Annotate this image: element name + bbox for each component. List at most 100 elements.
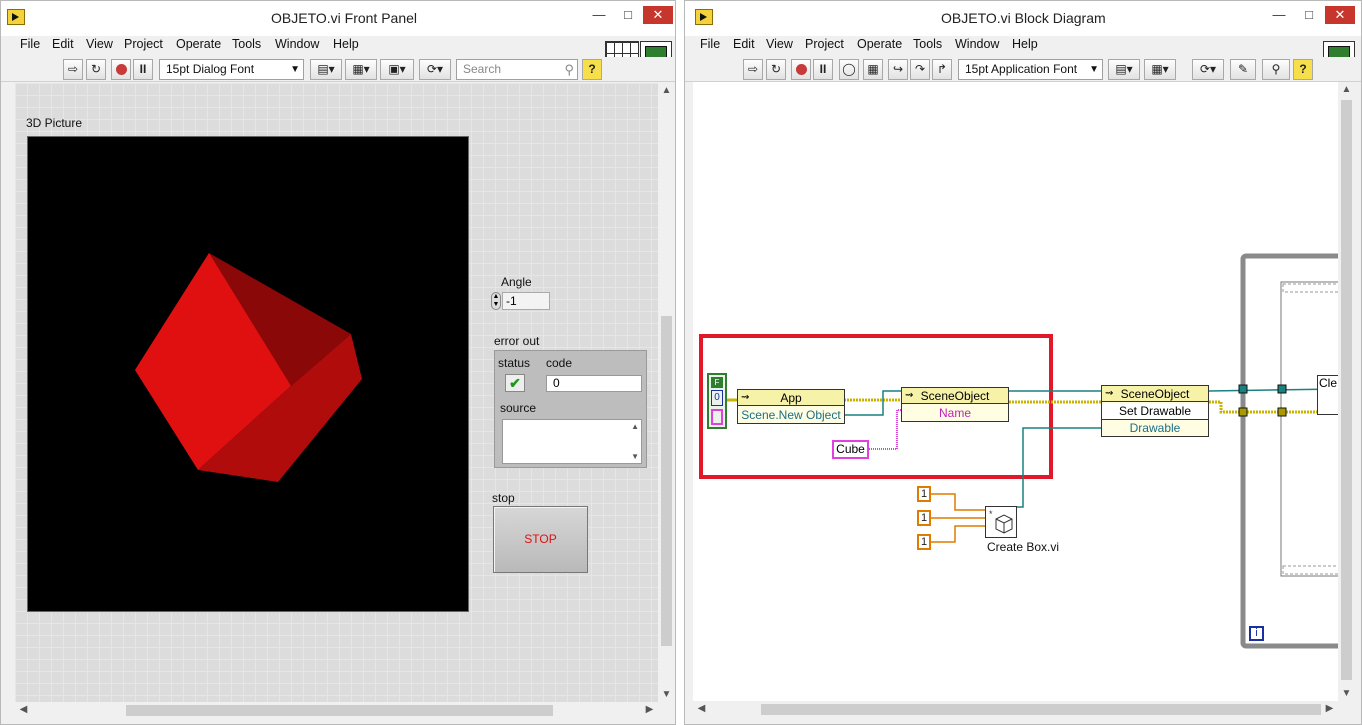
scroll-right-icon[interactable]: ▶: [641, 704, 658, 715]
front-panel-hscrollbar[interactable]: ◀ ▶: [15, 702, 658, 719]
scroll-up-icon[interactable]: ▲: [658, 85, 675, 96]
bd-menu-edit[interactable]: Edit: [733, 37, 755, 51]
string-const: [711, 409, 723, 425]
app-node-property: Scene.New Object: [741, 408, 841, 422]
bd-run-button[interactable]: ⇨: [743, 59, 763, 80]
align-objects-button[interactable]: ▤▾: [310, 59, 342, 80]
block-diagram-vscrollbar[interactable]: ▲ ▼: [1338, 82, 1355, 701]
tunnel-teal-left: [1238, 384, 1248, 394]
stop-button[interactable]: STOP: [493, 506, 588, 573]
partial-node-clear[interactable]: Cle: [1317, 375, 1339, 415]
bd-scroll-left-icon[interactable]: ◀: [693, 703, 710, 714]
scene-object-invoke-node[interactable]: ⇝ SceneObject Set Drawable Drawable: [1101, 385, 1209, 437]
bd-context-help-button[interactable]: ?: [1293, 59, 1313, 80]
run-button[interactable]: ⇨: [63, 59, 83, 80]
menu-help[interactable]: Help: [333, 37, 359, 51]
bd-hscroll-thumb[interactable]: [761, 704, 1321, 715]
context-help-button[interactable]: ?: [582, 59, 602, 80]
menu-file[interactable]: File: [20, 37, 40, 51]
bd-menu-view[interactable]: View: [766, 37, 793, 51]
bd-menu-project[interactable]: Project: [805, 37, 844, 51]
run-continuously-button[interactable]: ↻: [86, 59, 106, 80]
sequence-frame: [1280, 281, 1338, 577]
resize-objects-button[interactable]: ▣▾: [380, 59, 414, 80]
bd-distribute-objects-button[interactable]: ▦▾: [1144, 59, 1176, 80]
cube-string-constant[interactable]: Cube: [832, 440, 869, 459]
source-scroll-down-icon[interactable]: ▼: [631, 452, 639, 461]
scene-ref2-icon: ⇝: [1105, 388, 1114, 399]
block-diagram-titlebar[interactable]: OBJETO.vi Block Diagram — □ ✕: [685, 1, 1361, 36]
box-icon: *: [989, 509, 1013, 534]
front-panel-vscrollbar[interactable]: ▲ ▼: [658, 83, 675, 702]
bd-align-objects-button[interactable]: ▤▾: [1108, 59, 1140, 80]
maximize-button[interactable]: □: [614, 6, 642, 24]
step-into-icon[interactable]: ↪: [888, 59, 908, 80]
angle-input[interactable]: -1: [502, 292, 550, 310]
bd-font-select[interactable]: 15pt Application Font ▼: [958, 59, 1103, 80]
reorder-button[interactable]: ⟳▾: [419, 59, 451, 80]
app-property-node[interactable]: ⇝ App Scene.New Object: [737, 389, 845, 424]
vscroll-thumb[interactable]: [661, 316, 672, 646]
bd-search-icon[interactable]: ⚲: [1262, 59, 1290, 80]
create-box-vi[interactable]: *: [985, 506, 1017, 538]
front-panel-canvas: 3D Picture Angle ▲ ▼ -1 error out status …: [15, 83, 658, 702]
app-node-header: ⇝ App: [738, 390, 844, 406]
bd-run-continuously-button[interactable]: ↻: [766, 59, 786, 80]
app-ref-icon: ⇝: [741, 392, 750, 403]
source-scroll-up-icon[interactable]: ▲: [631, 422, 639, 431]
source-field: ▲ ▼: [502, 419, 642, 464]
hscroll-thumb[interactable]: [126, 705, 553, 716]
maximize-button-bd[interactable]: □: [1295, 6, 1323, 24]
scene-object-property-node[interactable]: ⇝ SceneObject Name: [901, 387, 1009, 422]
menu-operate[interactable]: Operate: [176, 37, 221, 51]
abort-button[interactable]: [111, 59, 131, 80]
bd-menu-tools[interactable]: Tools: [913, 37, 942, 51]
bd-menu-window[interactable]: Window: [955, 37, 999, 51]
cluster-constant[interactable]: F 0: [707, 373, 727, 429]
font-select[interactable]: 15pt Dialog Font ▼: [159, 59, 304, 80]
block-diagram-menubar: File Edit View Project Operate Tools Win…: [685, 36, 1361, 56]
bd-font-select-value: 15pt Application Font: [965, 62, 1078, 76]
step-out-icon[interactable]: ↱: [932, 59, 952, 80]
menu-view[interactable]: View: [86, 37, 113, 51]
pause-button[interactable]: II: [133, 59, 153, 80]
scroll-down-icon[interactable]: ▼: [658, 689, 675, 700]
width-constant[interactable]: 1: [917, 486, 931, 502]
clean-up-diagram-icon[interactable]: ✎: [1230, 59, 1256, 80]
menu-project[interactable]: Project: [124, 37, 163, 51]
retain-wire-values-icon[interactable]: ▦: [863, 59, 883, 80]
error-out-cluster: status code ✔ 0 source ▲ ▼: [494, 350, 647, 468]
bd-abort-button[interactable]: [791, 59, 811, 80]
menu-window[interactable]: Window: [275, 37, 319, 51]
3d-picture-control[interactable]: [27, 136, 469, 612]
close-button-bd[interactable]: ✕: [1325, 6, 1355, 24]
bd-scroll-down-icon[interactable]: ▼: [1338, 688, 1355, 699]
menu-tools[interactable]: Tools: [232, 37, 261, 51]
font-select-value: 15pt Dialog Font: [166, 62, 255, 76]
bd-menu-operate[interactable]: Operate: [857, 37, 902, 51]
search-icon[interactable]: ⚲: [564, 60, 574, 79]
minimize-button[interactable]: —: [585, 6, 613, 24]
bd-pause-button[interactable]: II: [813, 59, 833, 80]
bd-scroll-right-icon[interactable]: ▶: [1321, 703, 1338, 714]
scroll-left-icon[interactable]: ◀: [15, 704, 32, 715]
bd-vscroll-thumb[interactable]: [1341, 100, 1352, 680]
front-panel-titlebar[interactable]: OBJETO.vi Front Panel — □ ✕: [1, 1, 675, 36]
step-over-icon[interactable]: ↷: [910, 59, 930, 80]
bd-scroll-up-icon[interactable]: ▲: [1338, 84, 1355, 95]
block-diagram-hscrollbar[interactable]: ◀ ▶: [693, 701, 1338, 718]
height-constant[interactable]: 1: [917, 510, 931, 526]
search-input[interactable]: Search ⚲: [456, 59, 578, 80]
minimize-button-bd[interactable]: —: [1265, 6, 1293, 24]
bool-const-value: F: [714, 378, 720, 387]
distribute-objects-button[interactable]: ▦▾: [345, 59, 377, 80]
menu-edit[interactable]: Edit: [52, 37, 74, 51]
highlight-execution-icon[interactable]: ◯: [839, 59, 859, 80]
depth-constant[interactable]: 1: [917, 534, 931, 550]
bd-menu-help[interactable]: Help: [1012, 37, 1038, 51]
close-button[interactable]: ✕: [643, 6, 673, 24]
bd-menu-file[interactable]: File: [700, 37, 720, 51]
scene-object2-header-text: SceneObject: [1120, 387, 1190, 401]
bd-reorder-button[interactable]: ⟳▾: [1192, 59, 1224, 80]
angle-increment-icon[interactable]: ▲ ▼: [491, 292, 501, 310]
